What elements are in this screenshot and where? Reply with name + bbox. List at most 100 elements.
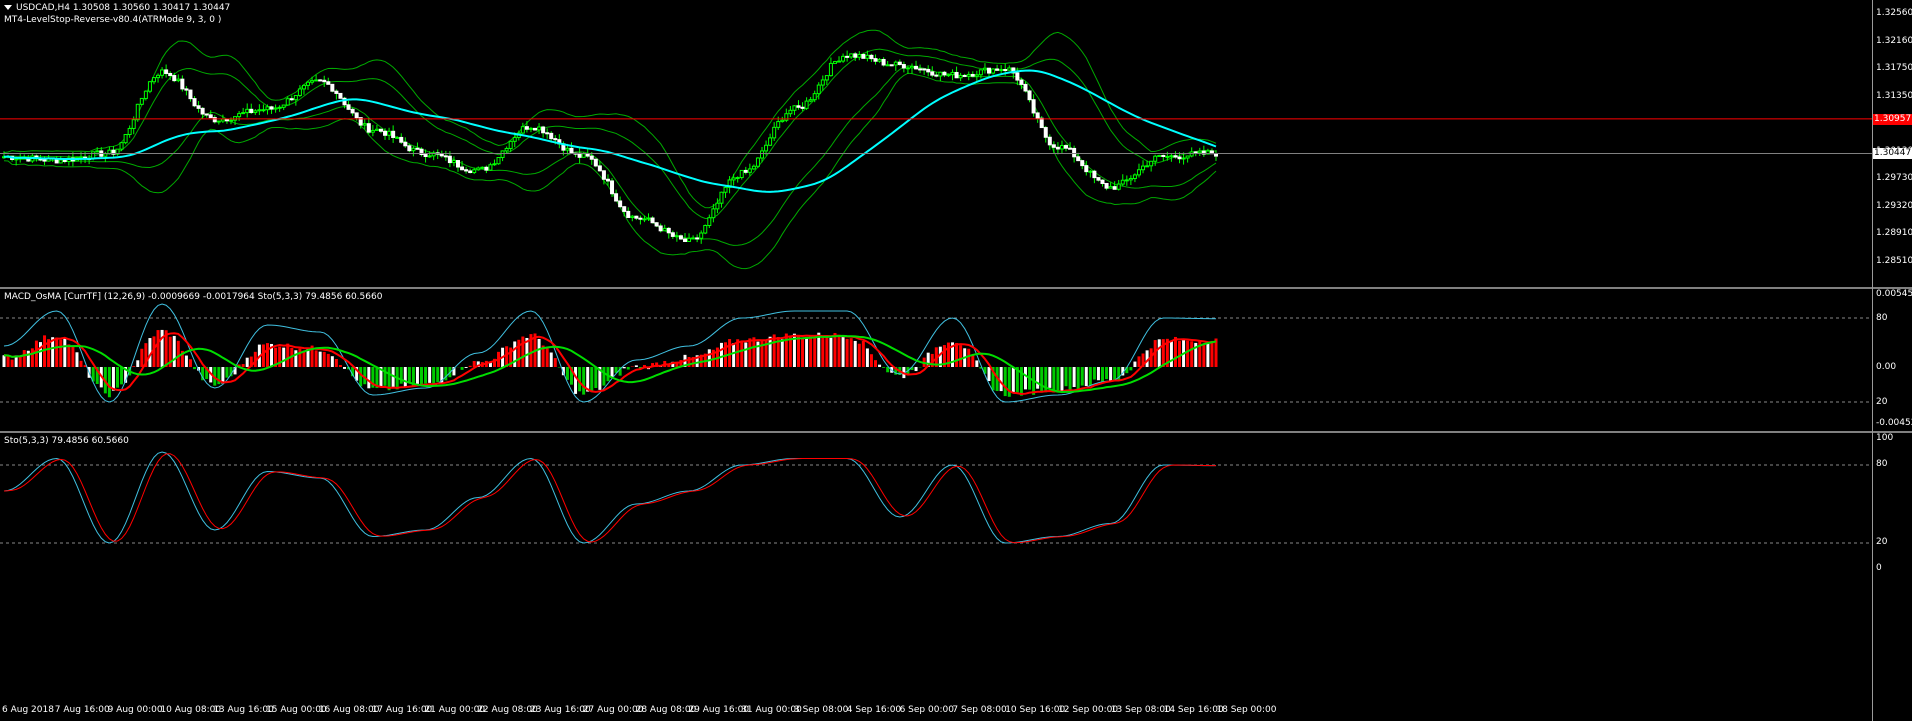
stochastic-pane[interactable]: Sto(5,3,3) 79.4856 60.5660 xyxy=(0,433,1872,701)
candle xyxy=(764,144,769,152)
price-chart-pane[interactable]: USDCAD,H4 1.30508 1.30560 1.30417 1.3044… xyxy=(0,0,1872,287)
time-axis-label: 21 Aug 00:00 xyxy=(424,705,486,715)
candle xyxy=(1173,155,1178,158)
candle xyxy=(407,145,412,152)
candle xyxy=(257,109,262,112)
candle xyxy=(950,71,955,76)
candle xyxy=(541,126,546,134)
time-axis-label: 23 Aug 16:00 xyxy=(530,705,591,715)
collapse-arrow-icon[interactable] xyxy=(4,5,12,10)
candle xyxy=(930,71,935,76)
candle xyxy=(1015,72,1020,81)
candle xyxy=(249,108,254,114)
candle xyxy=(285,98,290,106)
candle xyxy=(678,235,683,240)
candle xyxy=(164,69,169,74)
stochastic-axis[interactable]: 100 80 20 0 xyxy=(1872,433,1912,701)
candle xyxy=(395,136,400,139)
time-axis-label: 6 Aug 2018 xyxy=(2,705,54,715)
macd-pane[interactable]: MACD_OsMA [CurrTF] (12,26,9) -0.0009669 … xyxy=(0,289,1872,431)
candle xyxy=(731,177,736,181)
candle xyxy=(228,119,233,122)
price-axis-label: 1.32560 xyxy=(1876,8,1912,18)
stochastic-axis-label: 0 xyxy=(1876,563,1882,573)
candle xyxy=(131,119,136,129)
candle xyxy=(593,158,598,167)
macd-axis-label: 80 xyxy=(1876,313,1888,323)
candle xyxy=(180,78,185,90)
candle xyxy=(788,109,793,115)
candle xyxy=(1055,146,1060,150)
candle xyxy=(792,105,797,111)
candle xyxy=(220,118,225,122)
candle xyxy=(1104,182,1109,189)
price-axis-label: 1.31350 xyxy=(1876,90,1912,101)
candle xyxy=(476,167,481,171)
candle xyxy=(1161,154,1166,157)
candle xyxy=(314,79,319,82)
inner-lower-band xyxy=(3,65,1217,246)
candle xyxy=(443,155,448,158)
candle xyxy=(589,155,594,160)
macd-axis-label: 0.005456 xyxy=(1876,289,1912,299)
candle xyxy=(622,206,627,212)
price-axis-label: 1.29320 xyxy=(1876,200,1912,211)
candle xyxy=(387,130,392,136)
candle xyxy=(610,180,615,195)
candle xyxy=(1165,155,1170,158)
candle xyxy=(565,147,570,151)
candle xyxy=(642,218,647,221)
candle xyxy=(451,160,456,164)
candle xyxy=(638,217,643,220)
time-axis-label: 10 Sep 16:00 xyxy=(1005,705,1066,715)
candle xyxy=(310,80,315,83)
candle xyxy=(768,137,773,146)
candle xyxy=(1003,69,1008,72)
time-axis-label: 12 Sep 00:00 xyxy=(1058,705,1119,715)
candle xyxy=(1031,99,1036,114)
candle xyxy=(1112,186,1117,190)
candle xyxy=(682,238,687,242)
candle xyxy=(885,64,890,67)
time-axis-label: 31 Aug 00:00 xyxy=(741,705,802,715)
candle xyxy=(1047,136,1052,146)
candle xyxy=(804,100,809,109)
candle xyxy=(751,165,756,170)
candle xyxy=(277,106,282,109)
candle xyxy=(958,74,963,79)
macd-axis[interactable]: 0.005456 80 0.00 20 -0.004529 xyxy=(1872,289,1912,431)
macd-canvas[interactable] xyxy=(0,289,1872,431)
candle xyxy=(922,68,927,71)
candle xyxy=(237,113,242,118)
candle xyxy=(1153,155,1158,162)
candle xyxy=(954,71,959,79)
stochastic-canvas[interactable] xyxy=(0,433,1872,701)
candle xyxy=(378,128,383,132)
candle xyxy=(488,164,493,171)
price-chart-canvas[interactable] xyxy=(0,0,1872,287)
stochastic-axis-label: 80 xyxy=(1876,459,1888,469)
stochastic-axis-label: 100 xyxy=(1876,433,1894,443)
time-axis-label: 18 Sep 00:00 xyxy=(1216,705,1277,715)
candle xyxy=(634,215,639,219)
candle xyxy=(216,120,221,123)
candle xyxy=(991,68,996,74)
candle xyxy=(1169,155,1174,158)
price-axis[interactable]: 1.325601.321601.317501.313501.305401.301… xyxy=(1872,0,1912,287)
candle xyxy=(715,202,720,210)
candle xyxy=(1019,79,1024,85)
candle xyxy=(1157,154,1162,157)
candle xyxy=(172,75,177,82)
candle xyxy=(528,127,533,130)
candle xyxy=(460,166,465,171)
candle xyxy=(1108,186,1113,189)
time-axis[interactable]: 6 Aug 2018 7 Aug 16:00 9 Aug 00:00 10 Aug 0… xyxy=(0,701,1872,721)
time-axis-label: 29 Aug 16:00 xyxy=(688,705,750,715)
candle xyxy=(816,84,821,95)
price-axis-label: 1.28910 xyxy=(1876,228,1912,238)
candle xyxy=(399,136,404,143)
candle xyxy=(812,93,817,101)
candle xyxy=(618,200,623,208)
time-axis-label: 7 Aug 16:00 xyxy=(54,705,110,715)
candle xyxy=(423,154,428,158)
